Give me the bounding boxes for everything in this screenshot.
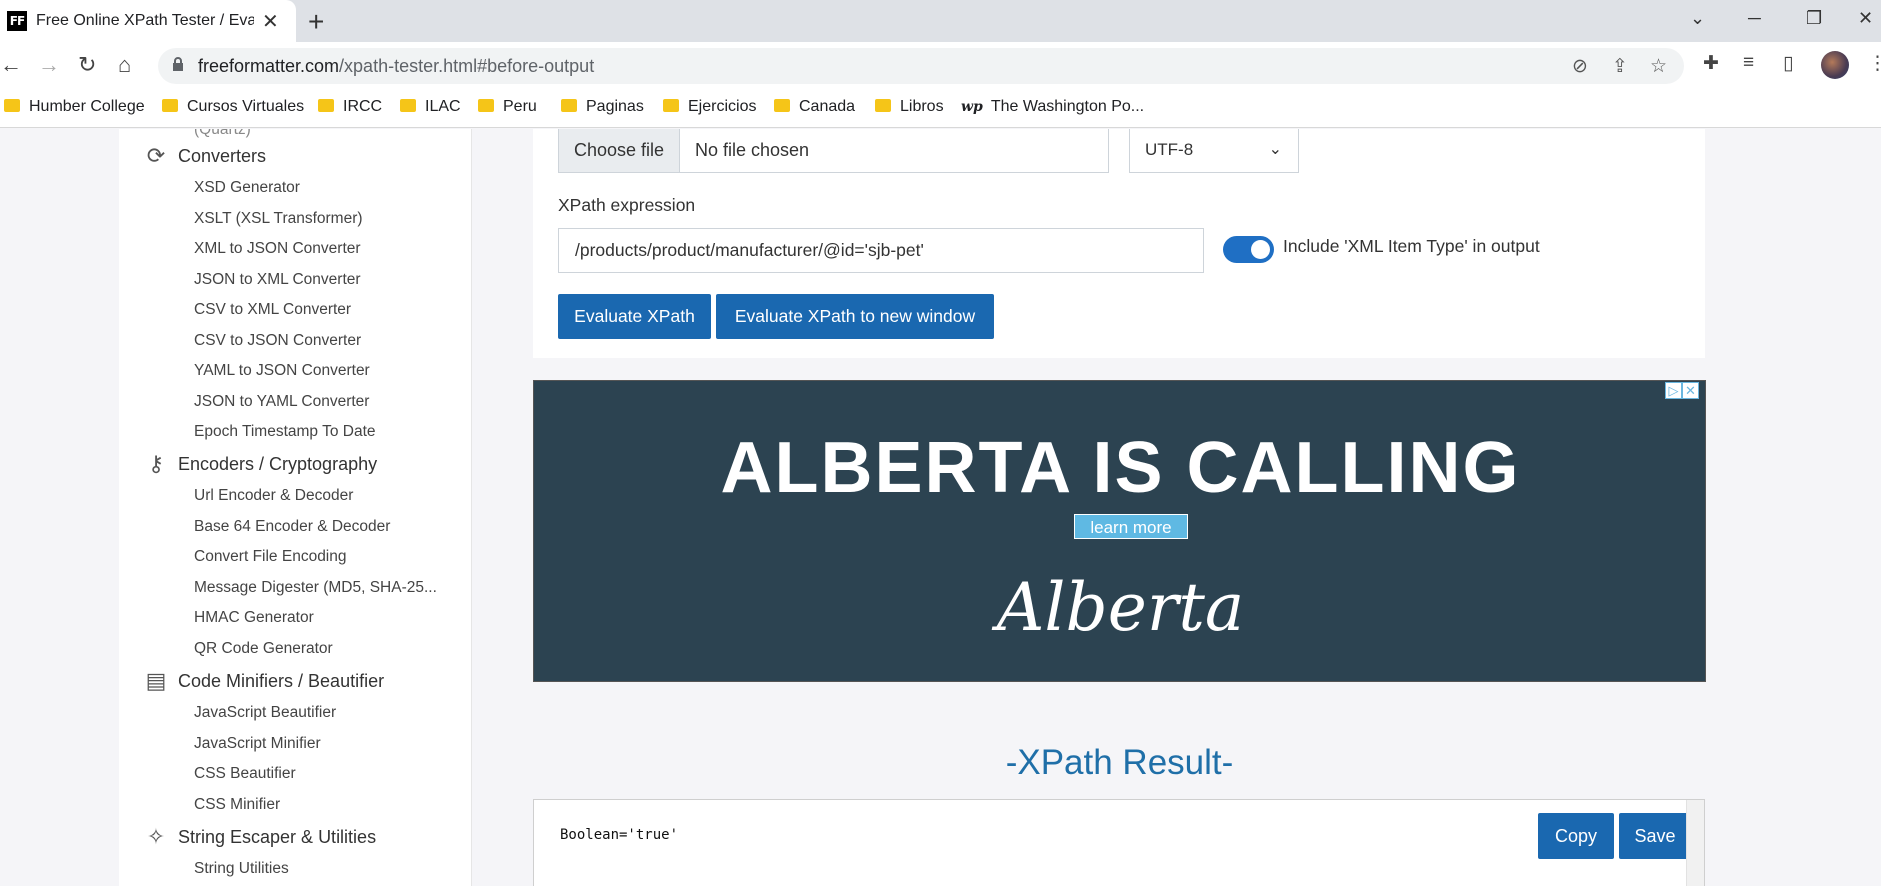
new-tab-icon[interactable]: +	[308, 6, 324, 38]
bookmarks-bar: Humber College Cursos Virtuales IRCC ILA…	[0, 90, 1881, 128]
sidebar-item-yaml-to-json[interactable]: YAML to JSON Converter	[194, 362, 370, 380]
bookmark-paginas[interactable]: Paginas	[561, 98, 644, 116]
active-tab[interactable]: FF Free Online XPath Tester / Evaluator …	[0, 0, 296, 42]
folder-icon	[663, 99, 679, 112]
include-item-type-toggle[interactable]	[1223, 236, 1274, 263]
sidebar-item-hmac-generator[interactable]: HMAC Generator	[194, 609, 314, 627]
sidebar-item-csv-to-json[interactable]: CSV to JSON Converter	[194, 332, 361, 350]
include-item-type-label: Include 'XML Item Type' in output	[1283, 236, 1540, 256]
chevron-down-icon: ⌄	[1268, 141, 1282, 158]
bookmark-ejercicios[interactable]: Ejercicios	[663, 98, 756, 116]
ad-learn-more-button[interactable]: learn more	[1074, 514, 1188, 539]
toggle-knob	[1251, 240, 1270, 259]
tab-search-icon[interactable]: ⌄	[1690, 8, 1705, 29]
profile-avatar[interactable]	[1821, 51, 1849, 79]
folder-icon	[4, 99, 20, 112]
key-icon: ⚷	[147, 451, 165, 476]
copy-button[interactable]: Copy	[1538, 813, 1614, 859]
media-control-icon[interactable]: ≡	[1743, 52, 1754, 74]
folder-icon	[875, 99, 891, 112]
magic-wand-icon: ✧	[146, 824, 166, 849]
minimize-icon[interactable]: ─	[1748, 8, 1761, 29]
tab-title: Free Online XPath Tester / Evaluator	[36, 12, 254, 29]
adchoices[interactable]: ▷ ✕	[1665, 382, 1703, 400]
sidebar-item-json-to-xml[interactable]: JSON to XML Converter	[194, 271, 361, 289]
bookmark-peru[interactable]: Peru	[478, 98, 537, 116]
zip-file-icon: ▤	[145, 668, 167, 693]
menu-icon[interactable]: ⋮	[1868, 52, 1881, 75]
xpath-expression-label: XPath expression	[558, 195, 696, 215]
folder-icon	[400, 99, 416, 112]
alberta-logo: Alberta	[996, 569, 1245, 646]
bookmark-ircc[interactable]: IRCC	[318, 98, 382, 116]
refresh-icon: ⟳	[146, 143, 166, 168]
sidebar: (Quartz) ⟳ Converters XSD Generator XSLT…	[119, 129, 472, 886]
bookmark-cursos-virtuales[interactable]: Cursos Virtuales	[162, 98, 304, 116]
sidebar-item-xml-to-json[interactable]: XML to JSON Converter	[194, 240, 361, 258]
home-icon[interactable]: ⌂	[118, 52, 131, 78]
file-name-display: No file chosen	[679, 129, 1109, 173]
sidebar-item-xslt-transformer[interactable]: XSLT (XSL Transformer)	[194, 210, 363, 228]
folder-icon	[478, 99, 494, 112]
ad-headline: ALBERTA IS CALLING	[720, 428, 1521, 508]
choose-file-button[interactable]: Choose file	[558, 129, 680, 173]
result-scrollbar[interactable]	[1686, 800, 1704, 886]
encoding-select[interactable]: UTF-8 ⌄	[1129, 129, 1299, 173]
adchoices-info-icon[interactable]: ▷	[1665, 382, 1682, 399]
washington-post-icon: wp	[961, 99, 983, 115]
tab-strip: FF Free Online XPath Tester / Evaluator …	[0, 0, 1881, 42]
encoding-value: UTF-8	[1145, 140, 1194, 159]
close-window-icon[interactable]: ✕	[1858, 8, 1873, 29]
sidebar-item-css-minifier[interactable]: CSS Minifier	[194, 796, 280, 814]
bookmark-canada[interactable]: Canada	[774, 98, 855, 116]
bookmark-libros[interactable]: Libros	[875, 98, 944, 116]
sidebar-item-partial[interactable]: (Quartz)	[194, 129, 251, 139]
sidebar-item-string-utilities[interactable]: String Utilities	[194, 860, 289, 878]
xpath-form-card: Choose file No file chosen UTF-8 ⌄ XPath…	[533, 129, 1705, 358]
sidebar-item-epoch-timestamp[interactable]: Epoch Timestamp To Date	[194, 423, 376, 441]
sidebar-item-message-digester[interactable]: Message Digester (MD5, SHA-25...	[194, 579, 437, 597]
browser-toolbar: ← → ↻ ⌂ freeformatter.com/xpath-tester.h…	[0, 42, 1881, 90]
sidebar-item-convert-file-encoding[interactable]: Convert File Encoding	[194, 548, 347, 566]
bookmark-washington-post[interactable]: wp The Washington Po...	[961, 98, 1144, 116]
sidebar-item-js-beautifier[interactable]: JavaScript Beautifier	[194, 704, 336, 722]
reload-icon[interactable]: ↻	[78, 52, 96, 78]
restore-icon[interactable]: ❐	[1806, 8, 1822, 29]
close-tab-icon[interactable]: ✕	[262, 9, 279, 34]
ad-close-icon[interactable]: ✕	[1682, 382, 1699, 399]
bookmark-humber-college[interactable]: Humber College	[4, 98, 145, 116]
extensions-icon[interactable]: ✚	[1703, 52, 1719, 75]
sidebar-item-qr-code-generator[interactable]: QR Code Generator	[194, 640, 333, 658]
back-icon[interactable]: ←	[0, 52, 22, 78]
sidebar-item-js-minifier[interactable]: JavaScript Minifier	[194, 735, 321, 753]
address-bar[interactable]: freeformatter.com/xpath-tester.html#befo…	[158, 48, 1684, 84]
url-text: freeformatter.com/xpath-tester.html#befo…	[198, 56, 595, 76]
evaluate-xpath-button[interactable]: Evaluate XPath	[558, 294, 711, 339]
folder-icon	[774, 99, 790, 112]
bookmark-star-icon[interactable]: ☆	[1650, 55, 1667, 78]
sidebar-item-url-encoder[interactable]: Url Encoder & Decoder	[194, 487, 353, 505]
forward-icon[interactable]: →	[38, 52, 60, 78]
folder-icon	[318, 99, 334, 112]
sidebar-item-json-to-yaml[interactable]: JSON to YAML Converter	[194, 393, 369, 411]
side-panel-icon[interactable]: ▯	[1783, 52, 1793, 75]
xpath-result-text[interactable]: Boolean='true'	[560, 827, 678, 843]
advertisement-banner[interactable]: ▷ ✕ ALBERTA IS CALLING learn more Alberta	[533, 380, 1706, 682]
sidebar-item-xsd-generator[interactable]: XSD Generator	[194, 179, 300, 197]
favicon-icon: FF	[7, 11, 27, 31]
folder-icon	[561, 99, 577, 112]
save-button[interactable]: Save	[1619, 813, 1691, 859]
sidebar-item-base64[interactable]: Base 64 Encoder & Decoder	[194, 518, 390, 536]
xpath-result-box: Boolean='true' Copy Save	[533, 799, 1705, 886]
sidebar-item-css-beautifier[interactable]: CSS Beautifier	[194, 765, 296, 783]
folder-icon	[162, 99, 178, 112]
lock-icon	[173, 57, 183, 71]
share-icon[interactable]: ⇪	[1612, 55, 1628, 78]
eye-slash-icon[interactable]: ⊘	[1572, 55, 1588, 78]
evaluate-new-window-button[interactable]: Evaluate XPath to new window	[716, 294, 994, 339]
sidebar-item-csv-to-xml[interactable]: CSV to XML Converter	[194, 301, 351, 319]
bookmark-ilac[interactable]: ILAC	[400, 98, 461, 116]
xpath-expression-input[interactable]: /products/product/manufacturer/@id='sjb-…	[558, 228, 1204, 273]
xpath-result-title: -XPath Result-	[1005, 743, 1234, 782]
